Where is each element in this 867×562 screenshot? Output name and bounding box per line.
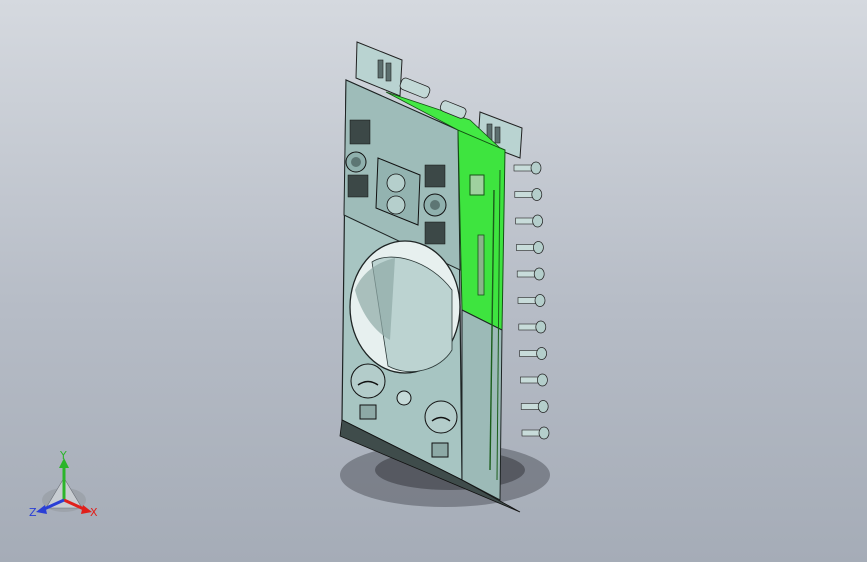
z-axis-label: Z [29, 506, 37, 519]
coordinate-triad[interactable]: Y X Z [29, 449, 98, 519]
x-axis-label: X [90, 506, 98, 519]
cluster-knob [386, 173, 406, 193]
lower-knob [396, 390, 412, 406]
lower-block [431, 442, 449, 458]
top-tube [399, 77, 431, 99]
bolt-head [538, 426, 550, 440]
side-slot [477, 234, 485, 296]
lower-block [359, 404, 377, 420]
bracket-slot [494, 126, 501, 144]
side-plate-highlight [457, 129, 506, 331]
bolt-head [537, 373, 548, 387]
bolt-head [533, 241, 544, 254]
bolt-head [532, 214, 543, 228]
bolt-head [534, 294, 546, 307]
bolt-head [537, 400, 549, 413]
3d-viewport[interactable]: Y X Z [0, 0, 867, 562]
bolt-head [533, 267, 545, 281]
bolt-head [530, 161, 542, 175]
y-axis-label: Y [59, 449, 67, 462]
cad-model[interactable] [339, 41, 550, 513]
bolt-head [535, 320, 547, 334]
bracket-slot [377, 59, 384, 79]
side-window [469, 174, 485, 196]
bolt-head [536, 347, 547, 360]
dial [351, 157, 361, 167]
cluster-knob [386, 195, 406, 215]
side-lower-strip [461, 309, 503, 501]
dial [430, 200, 440, 210]
bracket-slot [385, 62, 392, 82]
bolt-column [513, 161, 550, 440]
bolt-head [531, 188, 543, 201]
